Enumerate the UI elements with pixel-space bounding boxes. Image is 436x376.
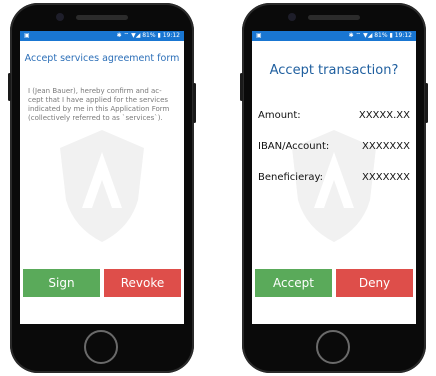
sign-button[interactable]: Sign	[23, 269, 100, 297]
side-button	[425, 83, 428, 123]
speaker-grille	[308, 15, 360, 20]
iban-label: IBAN/Account:	[258, 141, 330, 152]
shield-watermark-icon	[60, 130, 144, 242]
status-bar: ▣ ✱ ⌔ ▼◢ 81% ▮ 19:12	[20, 31, 184, 41]
front-camera	[56, 13, 64, 21]
accept-button[interactable]: Accept	[255, 269, 332, 297]
amount-row: Amount: XXXXX.XX	[258, 110, 410, 124]
agreement-text: I (Jean Bauer), hereby confirm and ac- c…	[28, 87, 170, 122]
status-bar: ▣ ✱ ⌔ ▼◢ 81% ▮ 19:12	[252, 31, 416, 41]
action-bar: Accept Deny	[255, 269, 413, 297]
status-indicators: ✱ ⌔ ▼◢ 81% ▮ 19:12	[116, 32, 180, 39]
image-notification-icon: ▣	[24, 32, 30, 39]
side-button	[8, 73, 11, 101]
revoke-button[interactable]: Revoke	[104, 269, 181, 297]
beneficiary-row: Beneficieray: XXXXXXX	[258, 172, 410, 186]
amount-label: Amount:	[258, 110, 301, 121]
home-button[interactable]	[84, 330, 118, 364]
phone-right: ▣ ✱ ⌔ ▼◢ 81% ▮ 19:12 Accept transaction?…	[240, 3, 428, 373]
beneficiary-value: XXXXXXX	[362, 172, 410, 183]
status-indicators: ✱ ⌔ ▼◢ 81% ▮ 19:12	[348, 32, 412, 39]
page-title: Accept transaction?	[269, 63, 399, 78]
iban-value: XXXXXXX	[362, 141, 410, 152]
page-title: Accept services agreement form	[24, 53, 180, 64]
phone-left: ▣ ✱ ⌔ ▼◢ 81% ▮ 19:12 Accept services agr…	[8, 3, 196, 373]
image-notification-icon: ▣	[256, 32, 262, 39]
action-bar: Sign Revoke	[23, 269, 181, 297]
beneficiary-label: Beneficieray:	[258, 172, 324, 183]
deny-button[interactable]: Deny	[336, 269, 413, 297]
home-button[interactable]	[316, 330, 350, 364]
screen-agreement: ▣ ✱ ⌔ ▼◢ 81% ▮ 19:12 Accept services agr…	[20, 31, 184, 324]
iban-row: IBAN/Account: XXXXXXX	[258, 141, 410, 155]
front-camera	[288, 13, 296, 21]
side-button	[240, 73, 243, 101]
side-button	[193, 83, 196, 123]
amount-value: XXXXX.XX	[358, 110, 410, 121]
speaker-grille	[76, 15, 128, 20]
screen-transaction: ▣ ✱ ⌔ ▼◢ 81% ▮ 19:12 Accept transaction?…	[252, 31, 416, 324]
